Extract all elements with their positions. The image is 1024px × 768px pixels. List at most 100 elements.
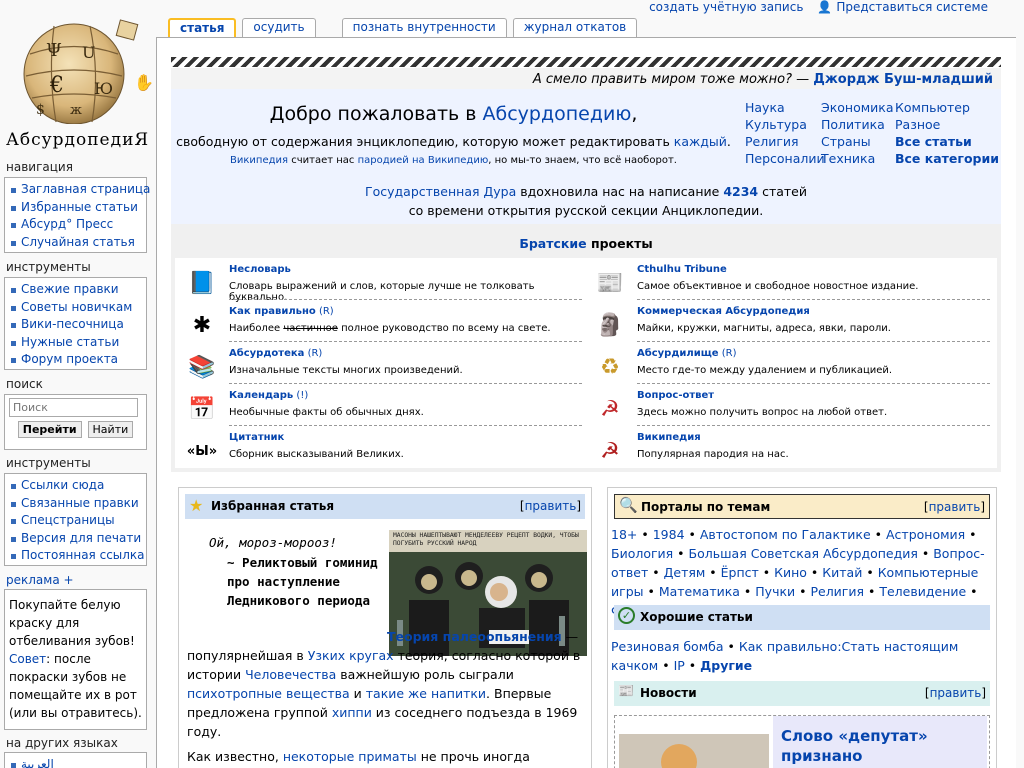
wikipedia-icon[interactable]: ☭	[593, 434, 627, 468]
news-photo[interactable]	[619, 734, 769, 768]
narrow-circles-link[interactable]: Узких кругах	[308, 648, 394, 663]
tools-wanted[interactable]: Нужные статьи	[9, 334, 142, 352]
article-count[interactable]: 4234	[723, 184, 758, 199]
howto-icon[interactable]: ✱	[185, 308, 219, 342]
drinks-link[interactable]: такие же напитки	[366, 686, 486, 701]
project-title[interactable]: Вопрос-ответ	[637, 390, 714, 401]
cat-technology[interactable]: Техника	[821, 151, 875, 166]
nav-featured[interactable]: Избранные статьи	[9, 199, 142, 217]
project-title[interactable]: Несловарь	[229, 264, 291, 275]
portals-edit-link[interactable]: править	[929, 500, 981, 514]
project-title[interactable]: Cthulhu Tribune	[637, 264, 727, 275]
go-button[interactable]: Перейти	[17, 421, 82, 438]
portal-link[interactable]: Кино	[774, 565, 807, 580]
project-title-extra[interactable]: (R)	[304, 348, 323, 359]
login-link[interactable]: Представиться системе	[836, 0, 988, 14]
hippie-link[interactable]: хиппи	[332, 705, 372, 720]
cat-science[interactable]: Наука	[745, 100, 785, 115]
tab-view-source[interactable]: познать внутренности	[341, 18, 507, 37]
cat-culture[interactable]: Культура	[745, 117, 807, 132]
tab-discussion[interactable]: осудить	[242, 18, 316, 37]
project-title[interactable]: Википедия	[637, 432, 701, 443]
portal-link[interactable]: 1984	[653, 527, 685, 542]
site-logo[interactable]: Ψ U € Ю $ ж ✋ АбсурдопедиЯ	[0, 14, 156, 150]
ad-heading[interactable]: реклама +	[6, 573, 74, 587]
cat-computer[interactable]: Компьютер	[895, 100, 970, 115]
cat-all-articles[interactable]: Все статьи	[895, 134, 972, 149]
lang-arabic[interactable]: العربية	[9, 756, 142, 768]
search-button[interactable]: Найти	[87, 421, 134, 438]
project-title[interactable]: Абсурдилище (R)	[637, 348, 737, 359]
library-icon[interactable]: 📚	[185, 350, 219, 384]
cat-politics[interactable]: Политика	[821, 117, 885, 132]
psychotropic-link[interactable]: психотропные вещества	[187, 686, 350, 701]
tools-links-here[interactable]: Ссылки сюда	[9, 477, 142, 495]
duma-link[interactable]: Государственная Дура	[365, 184, 516, 199]
portal-link[interactable]: Религия	[810, 584, 864, 599]
tools-special-pages[interactable]: Спецстраницы	[9, 512, 142, 530]
tools-recent-changes[interactable]: Свежие правки	[9, 281, 142, 299]
parody-link[interactable]: пародией на Википедию	[358, 155, 489, 166]
dictionary-icon[interactable]: 📘	[185, 266, 219, 300]
good-other-link[interactable]: Другие	[700, 658, 752, 673]
tab-history[interactable]: журнал откатов	[512, 18, 638, 37]
project-title[interactable]: Календарь (!)	[229, 390, 308, 401]
cat-countries[interactable]: Страны	[821, 134, 871, 149]
featured-edit-link[interactable]: править	[525, 499, 577, 513]
portal-link[interactable]: 18+	[611, 527, 637, 542]
news-headline[interactable]: Слово «депутат» признано нецензурным	[773, 716, 987, 768]
portal-link[interactable]: Китай	[822, 565, 862, 580]
recycle-icon[interactable]: ♻	[593, 350, 627, 384]
tools-forum[interactable]: Форум проекта	[9, 351, 142, 369]
hammer-sickle-icon[interactable]: ☭	[593, 392, 627, 426]
portal-link[interactable]: Пучки	[755, 584, 795, 599]
quote-author[interactable]: Джордж Буш-младший	[813, 72, 993, 87]
wikipedia-link[interactable]: Википедия	[230, 155, 288, 166]
good-item-3[interactable]: IP	[674, 658, 685, 673]
tools-newbie-tips[interactable]: Советы новичкам	[9, 299, 142, 317]
portal-link[interactable]: Математика	[659, 584, 740, 599]
tools-permalink[interactable]: Постоянная ссылка	[9, 547, 145, 565]
nav-press[interactable]: Абсурд° Пресс	[9, 216, 142, 234]
welcome-site-link[interactable]: Абсурдопедию	[483, 103, 632, 125]
cat-economy[interactable]: Экономика	[821, 100, 894, 115]
tools-related-changes[interactable]: Связанные правки	[9, 495, 142, 513]
humanity-link[interactable]: Человечества	[245, 667, 336, 682]
primates-link[interactable]: некоторые приматы	[283, 749, 417, 764]
project-title[interactable]: Цитатник	[229, 432, 284, 443]
nav-main-page[interactable]: Заглавная страница	[9, 181, 150, 199]
cat-misc[interactable]: Разное	[895, 117, 940, 132]
tools-sandbox[interactable]: Вики-песочница	[9, 316, 142, 334]
good-item-1[interactable]: Резиновая бомба	[611, 639, 724, 654]
create-account-link[interactable]: создать учётную запись	[649, 0, 803, 14]
project-title[interactable]: Как правильно (R)	[229, 306, 334, 317]
cat-all-categories[interactable]: Все категории	[895, 151, 999, 166]
commerce-icon[interactable]: 🗿	[593, 308, 627, 342]
portal-link[interactable]: Астрономия	[886, 527, 965, 542]
portal-link[interactable]: Биология	[611, 546, 673, 561]
project-title-extra[interactable]: (!)	[293, 390, 308, 401]
portal-link[interactable]: Большая Советская Абсурдопедия	[689, 546, 918, 561]
news-edit-link[interactable]: править	[930, 686, 982, 700]
project-title-extra[interactable]: (R)	[316, 306, 334, 317]
quotes-icon[interactable]: «Ы»	[185, 434, 219, 468]
project-title[interactable]: Коммерческая Абсурдопедия	[637, 306, 810, 317]
search-input[interactable]	[9, 398, 138, 417]
portal-link[interactable]: Детям	[664, 565, 706, 580]
cat-persons[interactable]: Персоналии	[745, 151, 825, 166]
projects-title-link[interactable]: Братские	[519, 236, 586, 251]
featured-article-link[interactable]: Теория палеоопьянения	[387, 629, 562, 644]
project-title-extra[interactable]: (R)	[719, 348, 737, 359]
portal-link[interactable]: Телевидение	[879, 584, 966, 599]
ad-tip-link[interactable]: Совет	[9, 652, 46, 666]
tab-article[interactable]: статья	[168, 18, 237, 37]
portal-link[interactable]: Ёрпст	[721, 565, 759, 580]
cat-religion[interactable]: Религия	[745, 134, 799, 149]
calendar-icon[interactable]: 📅	[185, 392, 219, 426]
tools-print-version[interactable]: Версия для печати	[9, 530, 142, 548]
portal-link[interactable]: Автостопом по Галактике	[700, 527, 871, 542]
newspaper-icon[interactable]: 📰	[593, 266, 627, 300]
project-title[interactable]: Абсурдотека (R)	[229, 348, 322, 359]
welcome-anyone-link[interactable]: каждый	[674, 134, 727, 149]
nav-random[interactable]: Случайная статья	[9, 234, 142, 252]
